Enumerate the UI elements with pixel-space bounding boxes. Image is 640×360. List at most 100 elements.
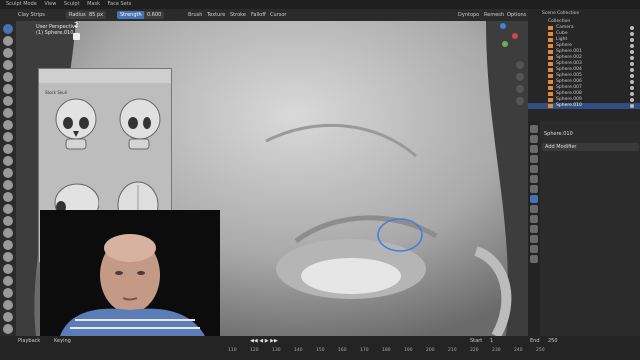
- camera-view-icon[interactable]: [516, 85, 524, 93]
- material-tab-icon[interactable]: [530, 245, 538, 253]
- skull-three-quarter-image: [119, 98, 161, 150]
- draw-brush-icon[interactable]: [3, 24, 13, 34]
- eye-icon[interactable]: [630, 32, 634, 36]
- remesh-menu[interactable]: Remesh: [484, 9, 504, 21]
- mask-icon[interactable]: [3, 288, 13, 298]
- sculpt-tool-shelf: [0, 21, 16, 336]
- strength-field[interactable]: 0.600: [144, 11, 165, 19]
- frame-tick: 140: [294, 348, 303, 353]
- inflate-icon[interactable]: [3, 96, 13, 106]
- playback-menu[interactable]: Playback: [18, 338, 40, 344]
- frame-tick: 210: [448, 348, 457, 353]
- end-field[interactable]: 250: [548, 338, 558, 344]
- object-tab-icon[interactable]: [530, 185, 538, 193]
- eye-icon[interactable]: [630, 80, 634, 84]
- properties-panel: Sphere.010 Add Modifier: [528, 121, 640, 336]
- keying-menu[interactable]: Keying: [54, 338, 71, 344]
- constraints-tab-icon[interactable]: [530, 225, 538, 233]
- cursor-menu[interactable]: Cursor: [270, 9, 286, 21]
- play-controls[interactable]: ◀◀ ◀ ▶ ▶▶: [250, 338, 278, 344]
- eye-icon[interactable]: [630, 62, 634, 66]
- stroke-menu[interactable]: Stroke: [230, 9, 246, 21]
- eye-icon[interactable]: [630, 98, 634, 102]
- key-overlay: 2: [74, 21, 79, 29]
- render-tab-icon[interactable]: [530, 135, 538, 143]
- radius-field[interactable]: 85 px: [86, 11, 107, 19]
- eye-icon[interactable]: [630, 92, 634, 96]
- dyntopo-menu[interactable]: Dyntopo: [458, 9, 479, 21]
- brush-menu[interactable]: Brush: [188, 9, 202, 21]
- zoom-icon[interactable]: [516, 61, 524, 69]
- menu-face-sets[interactable]: Face Sets: [108, 0, 132, 9]
- modifier-tab-icon[interactable]: [530, 195, 538, 203]
- texture-menu[interactable]: Texture: [207, 9, 225, 21]
- data-tab-icon[interactable]: [530, 235, 538, 243]
- outliner-header: Scene Collection: [542, 11, 580, 16]
- scene-tab-icon[interactable]: [530, 165, 538, 173]
- output-tab-icon[interactable]: [530, 145, 538, 153]
- thumb-icon[interactable]: [3, 240, 13, 250]
- fill-icon[interactable]: [3, 156, 13, 166]
- pinch-icon[interactable]: [3, 192, 13, 202]
- eye-icon[interactable]: [630, 44, 634, 48]
- start-field[interactable]: 1: [490, 338, 493, 344]
- clay-icon[interactable]: [3, 48, 13, 58]
- x-axis-icon[interactable]: [512, 33, 518, 39]
- ortho-toggle-icon[interactable]: [516, 97, 524, 105]
- z-axis-icon[interactable]: [500, 23, 506, 29]
- y-axis-icon[interactable]: [502, 41, 508, 47]
- eye-icon[interactable]: [630, 86, 634, 90]
- eye-icon[interactable]: [630, 74, 634, 78]
- reference-image-title: Stock Skull: [45, 90, 67, 95]
- eye-icon[interactable]: [630, 104, 634, 108]
- flatten-icon[interactable]: [3, 144, 13, 154]
- grab-icon[interactable]: [3, 204, 13, 214]
- menu-view[interactable]: View: [44, 0, 56, 9]
- pan-icon[interactable]: [516, 73, 524, 81]
- object-icon: [548, 26, 553, 30]
- falloff-menu[interactable]: Falloff: [251, 9, 266, 21]
- eye-icon[interactable]: [630, 68, 634, 72]
- world-tab-icon[interactable]: [530, 175, 538, 183]
- transform-icon[interactable]: [3, 312, 13, 322]
- snake-hook-icon[interactable]: [3, 228, 13, 238]
- crease-icon[interactable]: [3, 120, 13, 130]
- add-modifier-button[interactable]: Add Modifier: [542, 143, 639, 151]
- physics-tab-icon[interactable]: [530, 215, 538, 223]
- particles-tab-icon[interactable]: [530, 205, 538, 213]
- eye-icon[interactable]: [630, 50, 634, 54]
- timeline-bar: Playback Keying ◀◀ ◀ ▶ ▶▶ Start 1 End 25…: [0, 336, 640, 360]
- blob-icon[interactable]: [3, 108, 13, 118]
- options-menu[interactable]: Options: [507, 9, 526, 21]
- box-mask-icon[interactable]: [3, 300, 13, 310]
- eye-icon[interactable]: [630, 26, 634, 30]
- texture-tab-icon[interactable]: [530, 255, 538, 263]
- multiplane-scrape-icon[interactable]: [3, 180, 13, 190]
- outliner-row-selected[interactable]: Sphere.010: [528, 103, 640, 109]
- menu-sculpt[interactable]: Sculpt: [64, 0, 80, 9]
- annotate-icon[interactable]: [3, 324, 13, 334]
- eye-icon[interactable]: [630, 38, 634, 42]
- frame-tick: 150: [316, 348, 325, 353]
- frame-tick: 200: [426, 348, 435, 353]
- smooth-icon[interactable]: [3, 132, 13, 142]
- draw-sharp-icon[interactable]: [3, 36, 13, 46]
- elastic-deform-icon[interactable]: [3, 216, 13, 226]
- clay-thumb-icon[interactable]: [3, 72, 13, 82]
- navigation-gizmo[interactable]: [496, 23, 524, 53]
- menu-mask[interactable]: Mask: [87, 0, 100, 9]
- strength-label[interactable]: Strength: [117, 11, 145, 19]
- viewport-info: User Perspective (1) Sphere.010: [36, 24, 78, 36]
- view-layer-tab-icon[interactable]: [530, 155, 538, 163]
- pose-icon[interactable]: [3, 252, 13, 262]
- eye-icon[interactable]: [630, 56, 634, 60]
- clay-strips-icon[interactable]: [3, 60, 13, 70]
- frame-tick: 190: [404, 348, 413, 353]
- scrape-icon[interactable]: [3, 168, 13, 178]
- menu-sculpt-mode[interactable]: Sculpt Mode: [6, 0, 37, 9]
- layer-icon[interactable]: [3, 84, 13, 94]
- nudge-icon[interactable]: [3, 264, 13, 274]
- properties-object-name: Sphere.010: [544, 131, 573, 137]
- rotate-icon[interactable]: [3, 276, 13, 286]
- tool-tab-icon[interactable]: [530, 125, 538, 133]
